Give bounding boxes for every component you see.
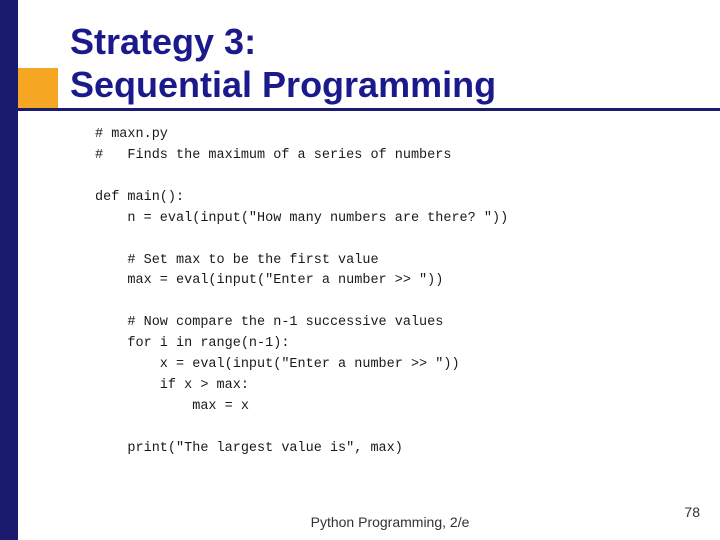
- code-line: # maxn.py: [95, 125, 700, 146]
- code-line: max = eval(input("Enter a number >> ")): [95, 271, 700, 292]
- code-line: for i in range(n-1):: [95, 334, 700, 355]
- footer-page: 78: [684, 504, 700, 520]
- code-line: if x > max:: [95, 376, 700, 397]
- page-title: Strategy 3: Sequential Programming: [70, 20, 700, 106]
- code-line: [95, 167, 700, 188]
- footer: Python Programming, 2/e 78: [0, 514, 720, 530]
- left-bar: [0, 0, 18, 540]
- code-line: def main():: [95, 188, 700, 209]
- title-line2: Sequential Programming: [70, 63, 700, 106]
- code-line: print("The largest value is", max): [95, 439, 700, 460]
- title-line1: Strategy 3:: [70, 20, 700, 63]
- code-line: [95, 292, 700, 313]
- code-line: [95, 230, 700, 251]
- code-line: # Set max to be the first value: [95, 251, 700, 272]
- code-line: max = x: [95, 397, 700, 418]
- title-divider: [18, 108, 720, 111]
- footer-text: Python Programming, 2/e: [0, 514, 720, 530]
- code-block: # maxn.py# Finds the maximum of a series…: [95, 125, 700, 460]
- slide: Strategy 3: Sequential Programming # max…: [0, 0, 720, 540]
- code-line: n = eval(input("How many numbers are the…: [95, 209, 700, 230]
- code-line: [95, 418, 700, 439]
- code-line: x = eval(input("Enter a number >> ")): [95, 355, 700, 376]
- code-line: # Finds the maximum of a series of numbe…: [95, 146, 700, 167]
- title-area: Strategy 3: Sequential Programming: [70, 20, 700, 106]
- code-line: # Now compare the n-1 successive values: [95, 313, 700, 334]
- accent-square: [18, 68, 58, 108]
